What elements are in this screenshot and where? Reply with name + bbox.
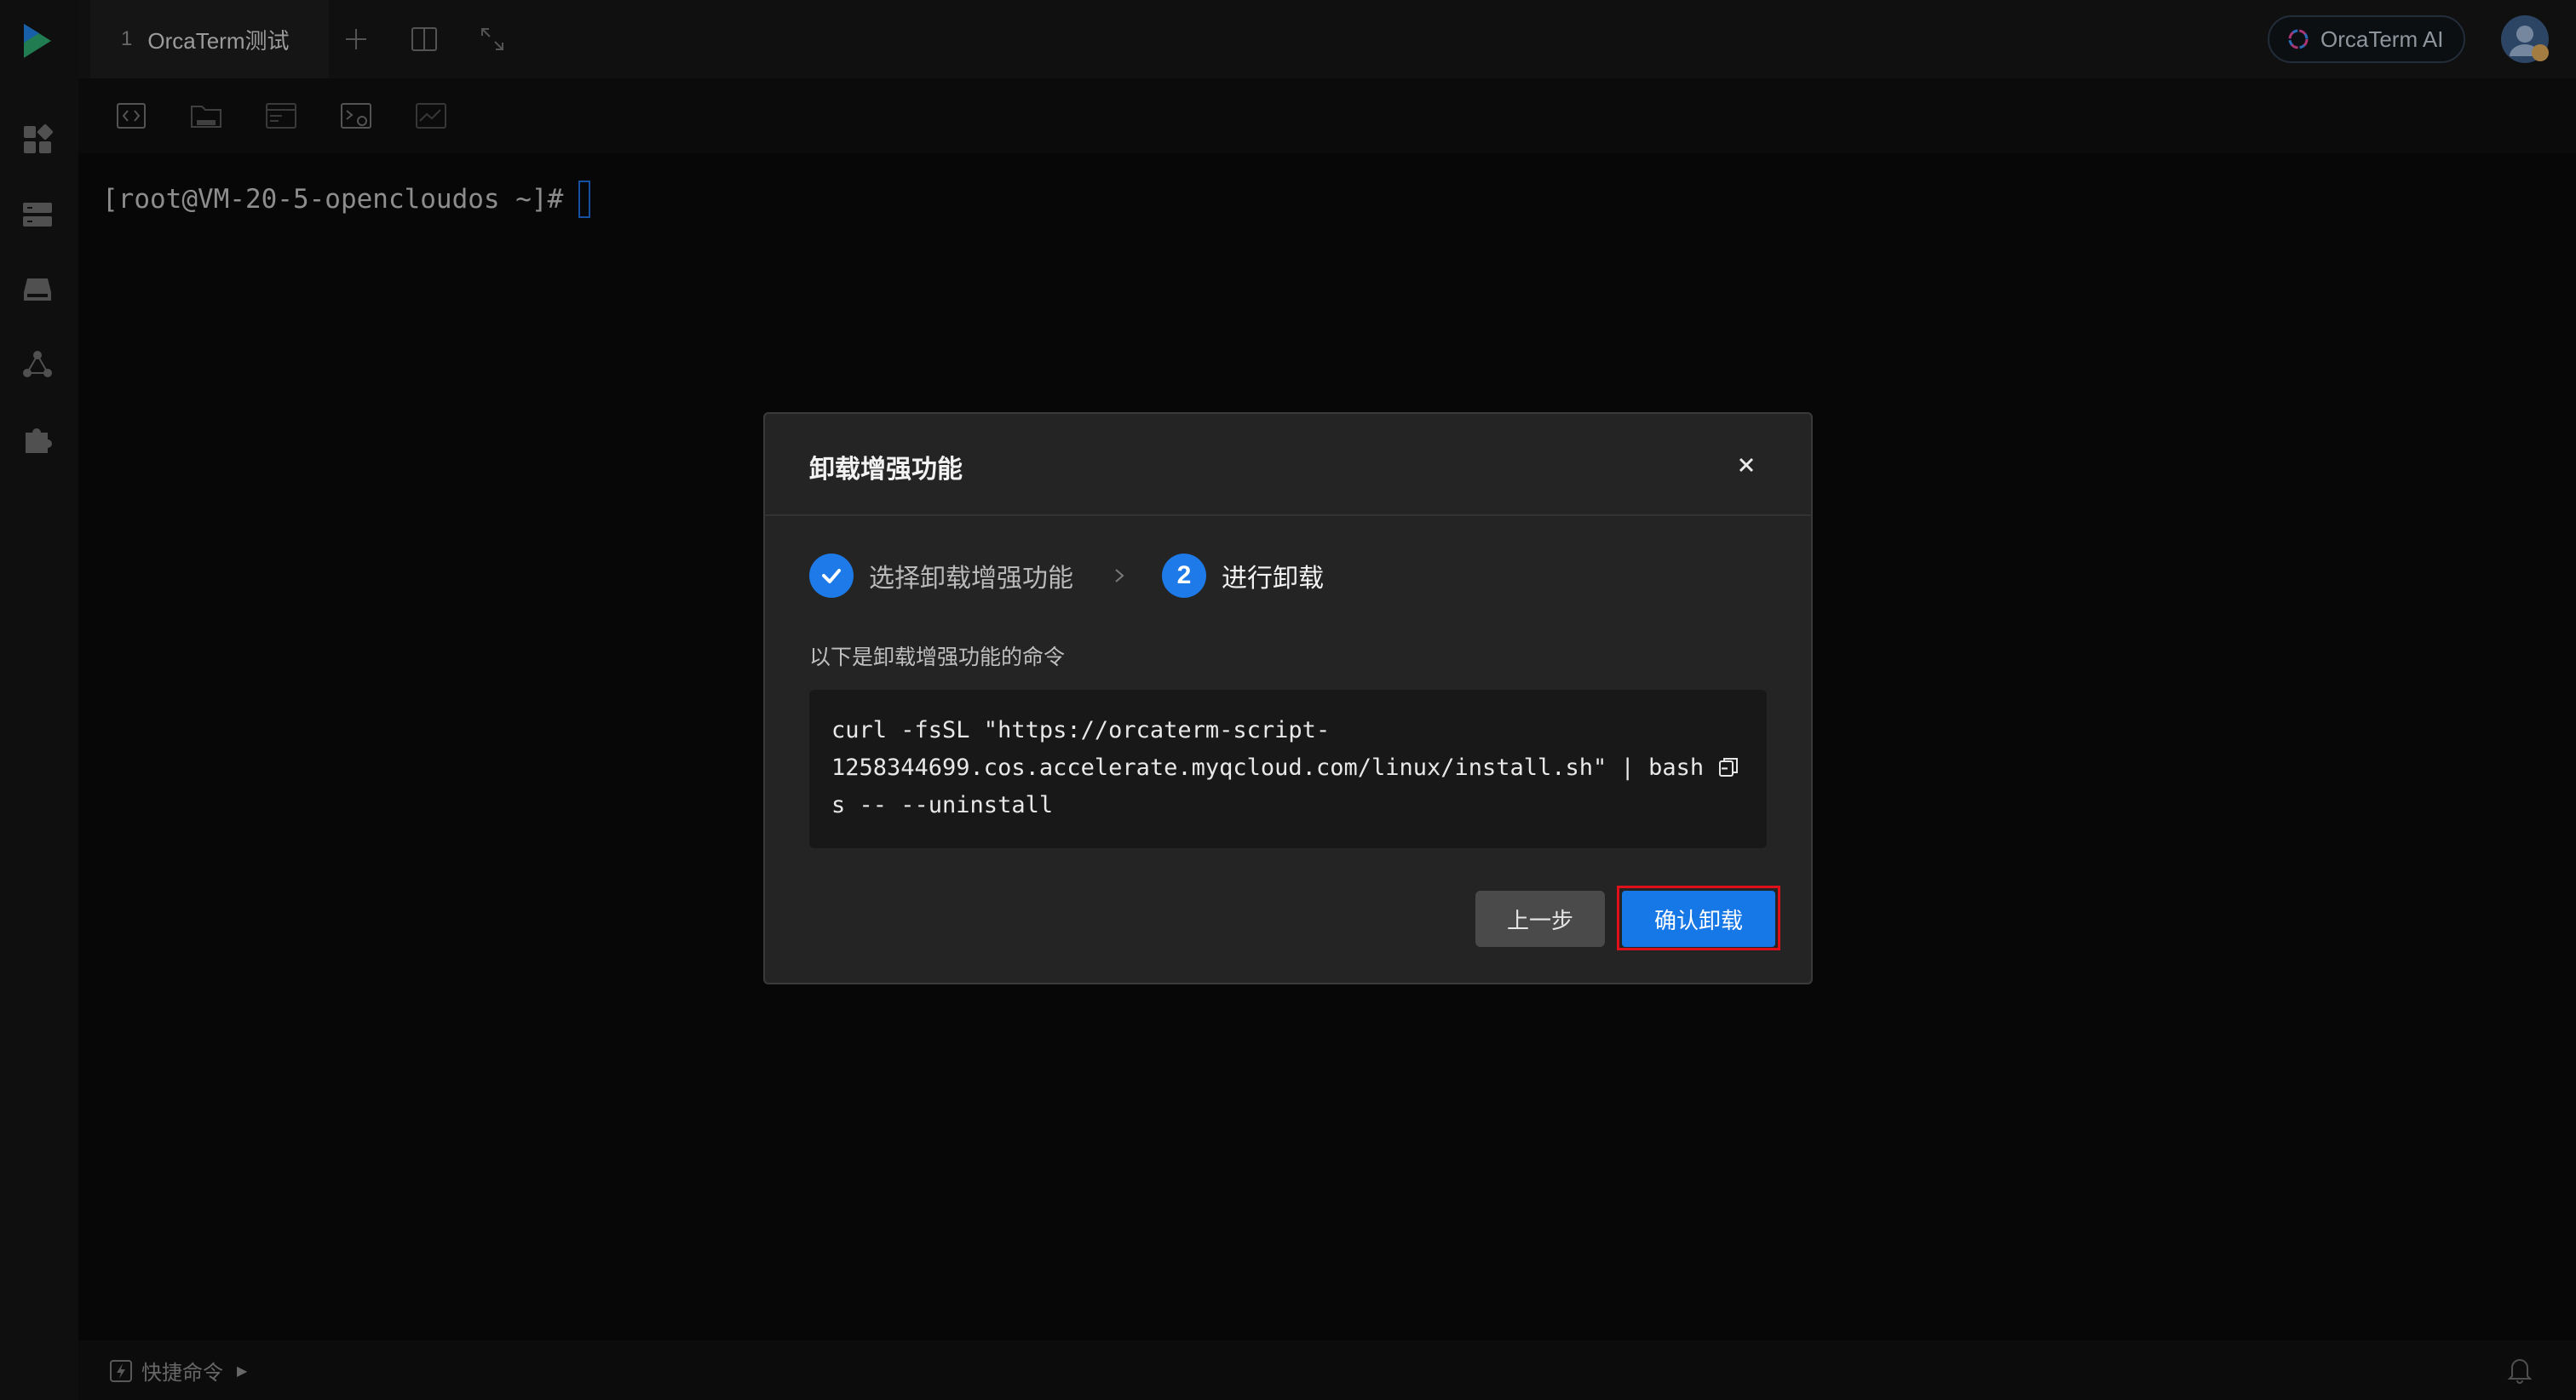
chevron-right-icon [1111,567,1128,584]
step-1-check-icon [809,554,854,598]
dialog-title: 卸载增强功能 [809,456,963,484]
step-2-label: 进行卸载 [1222,565,1324,593]
close-icon[interactable] [1729,448,1763,482]
command-line-1: curl -fsSL "https://orcaterm-script- [831,717,1331,743]
command-line-3: s -- --uninstall [831,792,1054,818]
command-description: 以下是卸载增强功能的命令 [809,645,1066,669]
previous-step-button[interactable]: 上一步 [1475,891,1605,947]
command-box: curl -fsSL "https://orcaterm-script- 125… [809,690,1767,848]
copy-icon[interactable] [1716,755,1741,780]
uninstall-enhancement-dialog: 卸载增强功能 选择卸载增强功能 2 进行卸载 以下是卸载增强功能的命令 curl… [763,412,1813,984]
step-1-label: 选择卸载增强功能 [869,565,1073,593]
command-text[interactable]: curl -fsSL "https://orcaterm-script- 125… [831,712,1734,824]
command-line-2: 1258344699.cos.accelerate.myqcloud.com/l… [831,755,1732,781]
stepper: 选择卸载增强功能 2 进行卸载 [809,552,1324,600]
step-2-number: 2 [1162,554,1206,598]
dialog-header: 卸载增强功能 [765,414,1811,516]
confirm-uninstall-button[interactable]: 确认卸载 [1622,891,1775,947]
